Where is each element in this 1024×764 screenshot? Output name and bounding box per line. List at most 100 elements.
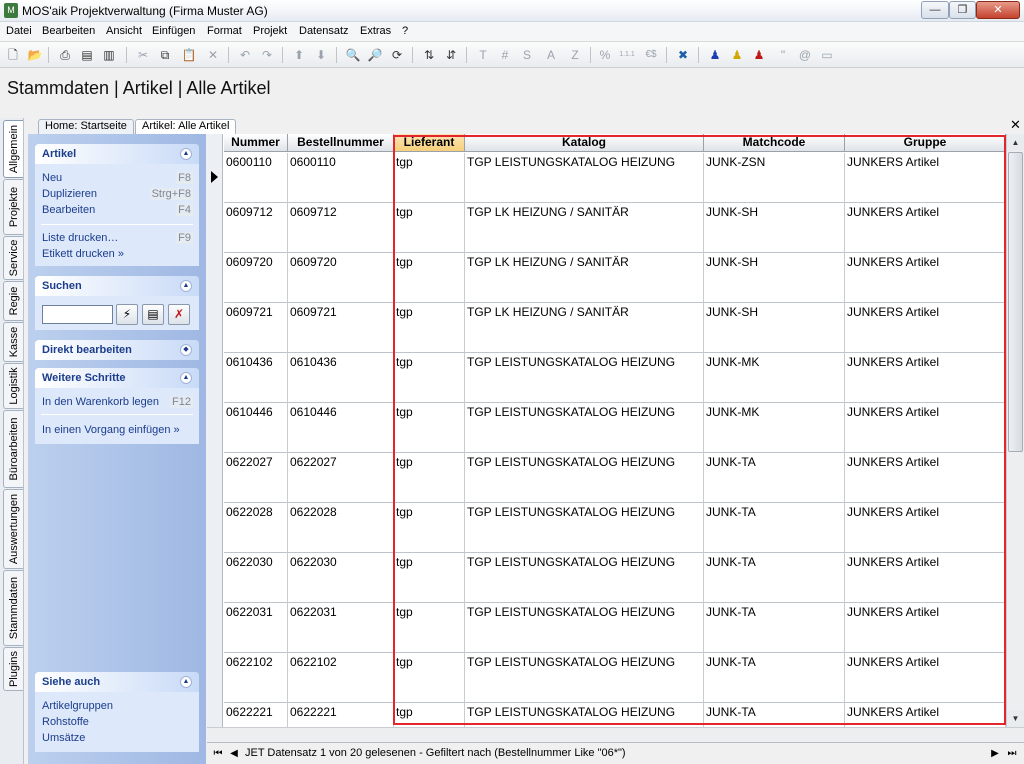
vertical-scrollbar[interactable]: ▲ ▼ — [1006, 134, 1024, 727]
cell-katalog[interactable]: TGP LEISTUNGSKATALOG HEIZUNG — [465, 553, 704, 603]
cell-gruppe[interactable]: JUNKERS Artikel — [845, 403, 1006, 453]
cell-matchcode[interactable]: JUNK-TA — [704, 503, 845, 553]
cell-lieferant[interactable]: tgp — [394, 503, 465, 553]
cell-bestellnummer[interactable]: 0622102 — [288, 653, 394, 703]
vtab-logistik[interactable]: Logistik — [3, 363, 23, 409]
cell-nummer[interactable]: 0609720 — [224, 253, 288, 303]
vtab-projekte[interactable]: Projekte — [3, 179, 23, 235]
user-blue-icon[interactable]: ♟ — [706, 46, 724, 64]
new-icon[interactable]: 🗋 — [4, 46, 22, 64]
close-tab-icon[interactable]: ✕ — [1010, 117, 1021, 133]
table-row[interactable]: 0622030 0622030 tgp TGP LEISTUNGSKATALOG HE… — [224, 553, 1006, 603]
cell-bestellnummer[interactable]: 0622028 — [288, 503, 394, 553]
search-input[interactable] — [42, 305, 113, 324]
tab-artikel[interactable]: Artikel: Alle Artikel — [135, 119, 237, 134]
table-row[interactable]: 0609712 0609712 tgp TGP LK HEIZUNG / SANITÄ… — [224, 203, 1006, 253]
redo-icon[interactable]: ↷ — [258, 46, 276, 64]
sort-ascending-icon[interactable]: ⇅ — [420, 46, 438, 64]
chevron-up-icon[interactable]: ▲ — [180, 148, 192, 160]
vtab-stammdaten[interactable]: Stammdaten — [3, 570, 23, 646]
panel-header[interactable]: Artikel ▲ — [35, 144, 199, 164]
refresh-icon[interactable]: ⟳ — [388, 46, 406, 64]
action-liste-drucken[interactable]: Liste drucken… — [42, 232, 118, 244]
cell-lieferant[interactable]: tgp — [394, 403, 465, 453]
cell-katalog[interactable]: TGP LEISTUNGSKATALOG HEIZUNG — [465, 453, 704, 503]
cell-lieferant[interactable]: tgp — [394, 353, 465, 403]
filter-search-icon[interactable]: ⚡ — [116, 304, 138, 325]
table-row[interactable]: 0609720 0609720 tgp TGP LK HEIZUNG / SANITÄ… — [224, 253, 1006, 303]
cell-bestellnummer[interactable]: 0622030 — [288, 553, 394, 603]
cell-bestellnummer[interactable]: 0622031 — [288, 603, 394, 653]
vtab-service[interactable]: Service — [3, 236, 23, 280]
barcode-icon[interactable]: ▭ — [818, 46, 836, 64]
menu-extras[interactable]: Extras — [360, 25, 391, 37]
action-vorgang-einfuegen[interactable]: In einen Vorgang einfügen » — [42, 424, 180, 436]
cell-nummer[interactable]: 0622028 — [224, 503, 288, 553]
first-record-icon[interactable]: ⏮ — [211, 746, 225, 762]
cell-katalog[interactable]: TGP LEISTUNGSKATALOG HEIZUNG — [465, 153, 704, 203]
menu-ansicht[interactable]: Ansicht — [106, 25, 142, 37]
cell-katalog[interactable]: TGP LEISTUNGSKATALOG HEIZUNG — [465, 353, 704, 403]
cell-gruppe[interactable]: JUNKERS Artikel — [845, 353, 1006, 403]
menu-einfuegen[interactable]: Einfügen — [152, 25, 195, 37]
action-warenkorb[interactable]: In den Warenkorb legen — [42, 396, 159, 408]
cell-matchcode[interactable]: JUNK-SH — [704, 303, 845, 353]
menu-format[interactable]: Format — [207, 25, 242, 37]
cell-katalog[interactable]: TGP LEISTUNGSKATALOG HEIZUNG — [465, 403, 704, 453]
scroll-thumb[interactable] — [1008, 152, 1023, 452]
cell-lieferant[interactable]: tgp — [394, 603, 465, 653]
panel-header[interactable]: Siehe auch ▲ — [35, 672, 199, 692]
cell-bestellnummer[interactable]: 0609720 — [288, 253, 394, 303]
cell-matchcode[interactable]: JUNK-SH — [704, 253, 845, 303]
panel-header[interactable]: Direkt bearbeiten ◆ — [35, 340, 199, 360]
cell-gruppe[interactable]: JUNKERS Artikel — [845, 653, 1006, 703]
format-percent-button[interactable]: % — [596, 46, 614, 64]
print-preview-icon[interactable]: ▤ — [78, 46, 96, 64]
format-number-button[interactable]: # — [496, 46, 514, 64]
cell-gruppe[interactable]: JUNKERS Artikel — [845, 203, 1006, 253]
table-row[interactable]: 0622028 0622028 tgp TGP LEISTUNGSKATALOG HE… — [224, 503, 1006, 553]
close-button[interactable]: ✕ — [976, 1, 1020, 19]
move-down-icon[interactable]: ⬇ — [312, 46, 330, 64]
cell-gruppe[interactable]: JUNKERS Artikel — [845, 153, 1006, 203]
minimize-button[interactable]: — — [921, 1, 949, 19]
chevron-expand-icon[interactable]: ◆ — [180, 344, 192, 356]
cell-matchcode[interactable]: JUNK-TA — [704, 553, 845, 603]
link-rohstoffe[interactable]: Rohstoffe — [42, 716, 89, 728]
clear-filter-icon[interactable]: ✗ — [168, 304, 190, 325]
panel-header[interactable]: Suchen ▲ — [35, 276, 199, 296]
cell-lieferant[interactable]: tgp — [394, 453, 465, 503]
format-outline-button[interactable]: 1.1.1 — [618, 46, 636, 64]
cell-katalog[interactable]: TGP LEISTUNGSKATALOG HEIZUNG — [465, 653, 704, 703]
cell-matchcode[interactable]: JUNK-TA — [704, 653, 845, 703]
cell-nummer[interactable]: 0622102 — [224, 653, 288, 703]
cell-nummer[interactable]: 0622030 — [224, 553, 288, 603]
panel-header[interactable]: Weitere Schritte ▲ — [35, 368, 199, 388]
cell-bestellnummer[interactable]: 0609712 — [288, 203, 394, 253]
action-bearbeiten[interactable]: Bearbeiten — [42, 204, 95, 216]
quote-icon[interactable]: " — [774, 46, 792, 64]
menu-datensatz[interactable]: Datensatz — [299, 25, 349, 37]
cell-bestellnummer[interactable]: 0622027 — [288, 453, 394, 503]
move-up-icon[interactable]: ⬆ — [290, 46, 308, 64]
cell-gruppe[interactable]: JUNKERS Artikel — [845, 253, 1006, 303]
excel-export-icon[interactable]: ✖ — [674, 46, 692, 64]
cell-lieferant[interactable]: tgp — [394, 303, 465, 353]
format-currency-button[interactable]: €$ — [642, 46, 660, 64]
vtab-bueroarbeiten[interactable]: Büroarbeiten — [3, 410, 23, 488]
menu-help[interactable]: ? — [402, 25, 408, 37]
scroll-down-icon[interactable]: ▼ — [1007, 710, 1024, 727]
table-row[interactable]: 0609721 0609721 tgp TGP LK HEIZUNG / SANITÄ… — [224, 303, 1006, 353]
cell-gruppe[interactable]: JUNKERS Artikel — [845, 303, 1006, 353]
vtab-allgemein[interactable]: Allgemein — [3, 120, 23, 178]
maximize-button[interactable]: ❐ — [949, 1, 976, 19]
column-header-katalog[interactable]: Katalog — [465, 134, 704, 152]
cell-bestellnummer[interactable]: 0609721 — [288, 303, 394, 353]
copy-icon[interactable]: ⧉ — [156, 46, 174, 64]
cell-matchcode[interactable]: JUNK-MK — [704, 403, 845, 453]
cell-katalog[interactable]: TGP LEISTUNGSKATALOG HEIZUNG — [465, 503, 704, 553]
cell-gruppe[interactable]: JUNKERS Artikel — [845, 553, 1006, 603]
chevron-up-icon[interactable]: ▲ — [180, 280, 192, 292]
cell-matchcode[interactable]: JUNK-TA — [704, 453, 845, 503]
column-header-lieferant[interactable]: Lieferant — [394, 134, 465, 152]
